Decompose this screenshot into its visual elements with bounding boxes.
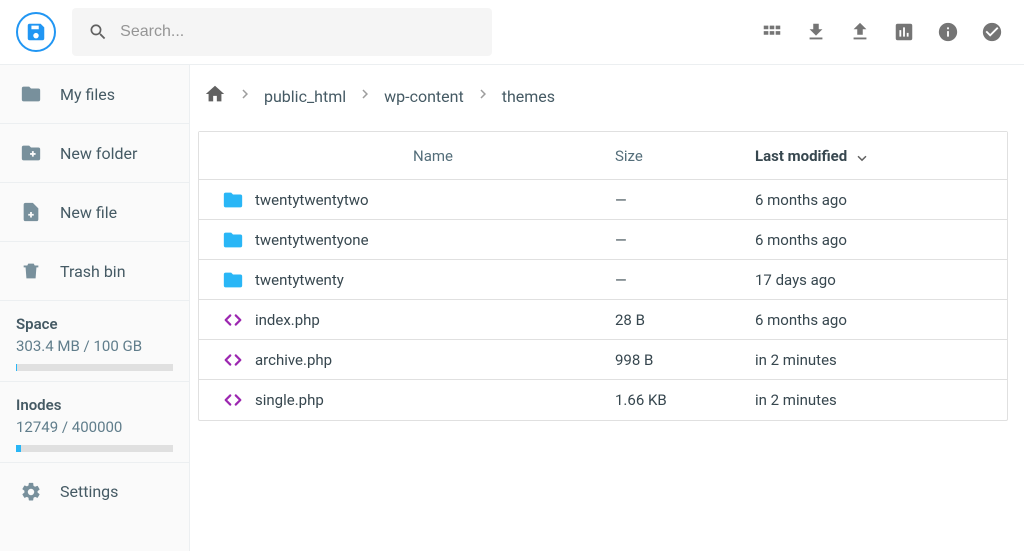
chart-icon xyxy=(893,21,915,43)
breadcrumb-home[interactable] xyxy=(204,83,226,109)
space-value: 303.4 MB / 100 GB xyxy=(16,337,173,356)
header-name[interactable]: Name xyxy=(413,147,615,165)
row-name: twentytwentyone xyxy=(255,231,615,249)
upload-button[interactable] xyxy=(848,20,872,44)
row-modified: 6 months ago xyxy=(755,311,995,329)
sidebar-item-new-file[interactable]: New file xyxy=(0,183,189,242)
header-modified-label: Last modified xyxy=(755,147,847,165)
row-modified: in 2 minutes xyxy=(755,391,995,409)
inodes-value: 12749 / 400000 xyxy=(16,418,173,437)
row-modified: 17 days ago xyxy=(755,271,995,289)
row-modified: 6 months ago xyxy=(755,231,995,249)
trash-icon xyxy=(20,260,42,282)
sidebar-item-label: New folder xyxy=(60,144,137,163)
row-size: — xyxy=(615,231,755,249)
chevron-right-icon xyxy=(236,85,254,107)
sidebar-item-my-files[interactable]: My files xyxy=(0,65,189,124)
search-input[interactable] xyxy=(120,23,476,41)
space-label: Space xyxy=(16,315,173,333)
main: public_html wp-content themes Name Size … xyxy=(190,65,1024,551)
chevron-right-icon xyxy=(474,85,492,107)
space-bar xyxy=(16,364,173,371)
sidebar-item-label: Settings xyxy=(60,482,118,501)
sidebar-item-settings[interactable]: Settings xyxy=(0,463,189,521)
floppy-icon xyxy=(25,21,47,43)
row-icon xyxy=(211,309,255,331)
code-icon xyxy=(222,309,244,331)
row-size: 998 B xyxy=(615,351,755,369)
arrow-down-icon xyxy=(853,147,871,165)
code-icon xyxy=(222,349,244,371)
table-header: Name Size Last modified xyxy=(199,132,1007,180)
top-actions xyxy=(760,20,1004,44)
breadcrumb: public_html wp-content themes xyxy=(198,83,1008,109)
inodes-label: Inodes xyxy=(16,396,173,414)
view-grid-button[interactable] xyxy=(760,20,784,44)
header-modified[interactable]: Last modified xyxy=(755,147,995,165)
inodes-bar xyxy=(16,445,173,452)
row-name: index.php xyxy=(255,311,615,329)
sidebar: My files New folder New file Trash bin S… xyxy=(0,65,190,551)
row-icon xyxy=(211,269,255,291)
row-size: 28 B xyxy=(615,311,755,329)
row-size: — xyxy=(615,191,755,209)
new-folder-icon xyxy=(20,142,42,164)
folder-icon xyxy=(222,229,244,251)
header-size[interactable]: Size xyxy=(615,147,755,165)
sidebar-item-label: Trash bin xyxy=(60,262,126,281)
search-box[interactable] xyxy=(72,8,492,56)
table-row[interactable]: twentytwentyone—6 months ago xyxy=(199,220,1007,260)
upload-icon xyxy=(849,21,871,43)
row-modified: 6 months ago xyxy=(755,191,995,209)
row-name: twentytwentytwo xyxy=(255,191,615,209)
row-name: archive.php xyxy=(255,351,615,369)
grid-icon xyxy=(761,21,783,43)
new-file-icon xyxy=(20,201,42,223)
breadcrumb-segment[interactable]: public_html xyxy=(264,87,346,106)
sidebar-item-label: New file xyxy=(60,203,117,222)
row-size: 1.66 KB xyxy=(615,391,755,409)
folder-icon xyxy=(222,189,244,211)
done-button[interactable] xyxy=(980,20,1004,44)
table-row[interactable]: single.php1.66 KBin 2 minutes xyxy=(199,380,1007,420)
row-icon xyxy=(211,389,255,411)
file-table: Name Size Last modified twentytwentytwo—… xyxy=(198,131,1008,421)
search-icon xyxy=(88,21,108,43)
table-row[interactable]: archive.php998 Bin 2 minutes xyxy=(199,340,1007,380)
row-name: twentytwenty xyxy=(255,271,615,289)
check-circle-icon xyxy=(981,21,1003,43)
topbar xyxy=(0,0,1024,64)
space-usage: Space 303.4 MB / 100 GB xyxy=(0,301,189,382)
app-logo[interactable] xyxy=(16,12,56,52)
row-icon xyxy=(211,349,255,371)
breadcrumb-segment[interactable]: themes xyxy=(502,87,555,106)
table-row[interactable]: index.php28 B6 months ago xyxy=(199,300,1007,340)
folder-icon xyxy=(20,83,42,105)
download-icon xyxy=(805,21,827,43)
row-name: single.php xyxy=(255,391,615,409)
chevron-right-icon xyxy=(356,85,374,107)
gear-icon xyxy=(20,481,42,503)
folder-icon xyxy=(222,269,244,291)
stats-button[interactable] xyxy=(892,20,916,44)
row-icon xyxy=(211,189,255,211)
download-button[interactable] xyxy=(804,20,828,44)
table-row[interactable]: twentytwentytwo—6 months ago xyxy=(199,180,1007,220)
inodes-usage: Inodes 12749 / 400000 xyxy=(0,382,189,463)
sidebar-item-new-folder[interactable]: New folder xyxy=(0,124,189,183)
sidebar-item-trash[interactable]: Trash bin xyxy=(0,242,189,301)
row-size: — xyxy=(615,271,755,289)
info-icon xyxy=(937,21,959,43)
home-icon xyxy=(204,83,226,105)
breadcrumb-segment[interactable]: wp-content xyxy=(384,87,464,106)
row-icon xyxy=(211,229,255,251)
code-icon xyxy=(222,389,244,411)
sidebar-item-label: My files xyxy=(60,85,115,104)
table-row[interactable]: twentytwenty—17 days ago xyxy=(199,260,1007,300)
info-button[interactable] xyxy=(936,20,960,44)
row-modified: in 2 minutes xyxy=(755,351,995,369)
